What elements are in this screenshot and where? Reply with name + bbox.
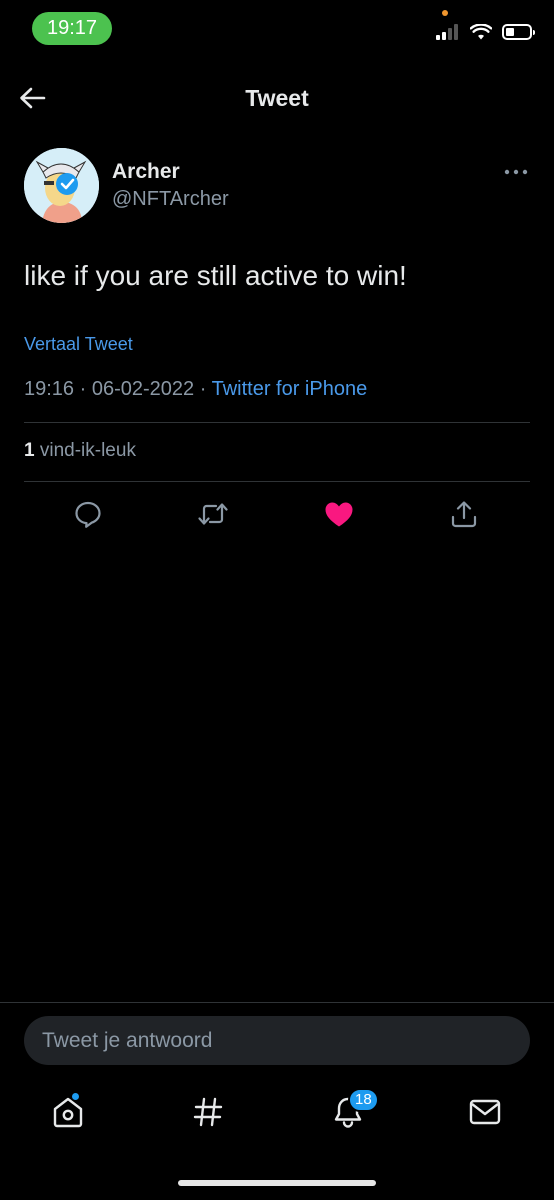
new-content-dot [72, 1093, 79, 1100]
tab-notifications[interactable]: 18 [328, 1088, 379, 1132]
tweet-meta: 19:16 · 06-02-2022 · Twitter for iPhone [24, 378, 367, 401]
divider [24, 481, 530, 482]
tab-messages[interactable] [465, 1092, 505, 1132]
home-icon [53, 1097, 83, 1128]
meta-separator: · [74, 378, 92, 400]
comment-icon [75, 501, 101, 528]
battery-icon [502, 24, 535, 40]
share-icon [451, 501, 477, 528]
header: Tweet [0, 70, 554, 126]
meta-separator: · [194, 378, 212, 400]
reply-button[interactable] [70, 496, 106, 532]
retweet-button[interactable] [195, 496, 231, 532]
reply-bar-border [0, 1002, 554, 1003]
divider [24, 422, 530, 423]
share-button[interactable] [446, 496, 482, 532]
ellipsis-icon [504, 169, 528, 175]
notifications-badge: 18 [348, 1088, 379, 1112]
retweet-icon [198, 503, 228, 525]
wifi-icon [470, 24, 492, 40]
heart-filled-icon [325, 502, 353, 527]
translate-tweet-link[interactable]: Vertaal Tweet [24, 334, 133, 355]
home-indicator[interactable] [178, 1180, 376, 1186]
signal-icon [436, 24, 458, 40]
status-bar: 19:17 [0, 0, 554, 56]
tweet-text: like if you are still active to win! [24, 260, 407, 291]
likes-label: vind-ik-leuk [39, 440, 136, 461]
tweet-actions [0, 496, 554, 532]
reply-input[interactable] [24, 1016, 530, 1065]
hashtag-icon [193, 1097, 223, 1127]
page-title: Tweet [245, 85, 309, 111]
tab-home[interactable] [48, 1092, 88, 1132]
tweet-time: 19:16 [24, 378, 75, 400]
status-time: 19:17 [32, 12, 112, 45]
mail-icon [469, 1099, 501, 1125]
tweet-source-link[interactable]: Twitter for iPhone [212, 378, 368, 400]
privacy-indicator-dot [442, 10, 448, 16]
like-button[interactable] [321, 496, 357, 532]
author-handle[interactable]: @NFTArcher [112, 188, 229, 211]
more-options-button[interactable] [500, 162, 532, 182]
avatar-image [24, 148, 99, 223]
tweet-date: 06-02-2022 [91, 378, 195, 400]
likes-count: 1 [24, 440, 35, 461]
author-name[interactable]: Archer [112, 160, 180, 184]
avatar[interactable] [24, 148, 99, 223]
tab-explore[interactable] [188, 1092, 228, 1132]
likes-row[interactable]: 1 vind-ik-leuk [24, 440, 136, 462]
status-icons [436, 20, 535, 44]
